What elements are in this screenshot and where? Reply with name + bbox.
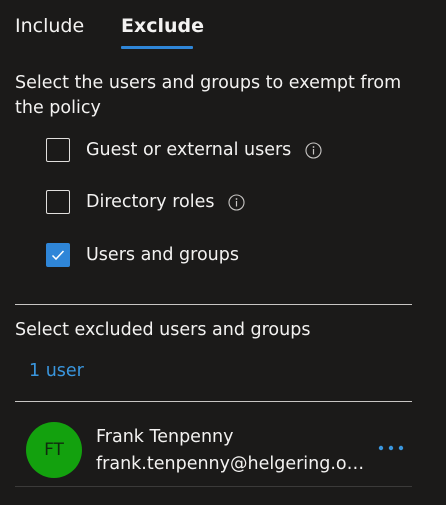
checkmark-icon xyxy=(51,250,65,261)
divider xyxy=(15,401,412,402)
info-icon[interactable] xyxy=(305,141,322,159)
active-tab-indicator xyxy=(121,46,193,49)
users-and-groups-option[interactable]: Users and groups xyxy=(46,241,239,269)
guest-external-users-label: Guest or external users xyxy=(86,140,292,160)
guest-external-users-option[interactable]: Guest or external users xyxy=(46,136,322,164)
more-icon xyxy=(378,445,404,451)
user-name: Frank Tenpenny xyxy=(96,427,234,447)
directory-roles-option[interactable]: Directory roles xyxy=(46,188,246,216)
directory-roles-checkbox[interactable] xyxy=(46,190,70,214)
selected-count-link[interactable]: 1 user xyxy=(29,359,84,383)
exclude-description: Select the users and groups to exempt fr… xyxy=(15,73,402,118)
info-icon[interactable] xyxy=(228,193,246,211)
avatar: FT xyxy=(26,422,82,478)
tab-include[interactable]: Include xyxy=(15,13,84,39)
more-options-button[interactable] xyxy=(374,436,408,460)
tab-bar: Include Exclude xyxy=(0,0,446,52)
tab-exclude[interactable]: Exclude xyxy=(121,13,204,39)
users-and-groups-label: Users and groups xyxy=(86,245,239,265)
users-and-groups-checkbox[interactable] xyxy=(46,243,70,267)
divider xyxy=(15,304,412,305)
row-divider xyxy=(15,486,412,487)
excluded-section-title: Select excluded users and groups xyxy=(15,320,311,340)
guest-external-users-checkbox[interactable] xyxy=(46,138,70,162)
directory-roles-label: Directory roles xyxy=(86,192,215,212)
user-email: frank.tenpenny@helgering.onmicrosoft.com xyxy=(96,454,368,474)
